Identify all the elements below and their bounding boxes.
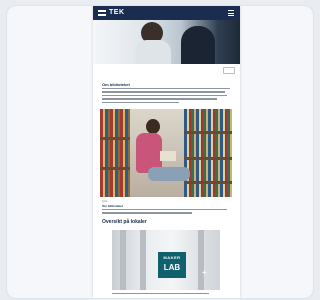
lab-caption bbox=[112, 293, 220, 296]
intro-paragraph bbox=[102, 88, 230, 105]
lab-sign-main-text: LAB bbox=[163, 263, 181, 272]
top-navigation-bar: TEK bbox=[93, 6, 240, 20]
hero-image bbox=[93, 20, 240, 64]
lab-sign-top-text: MAKER bbox=[163, 255, 181, 260]
feature-title: Om biblioteket bbox=[102, 204, 123, 208]
photo-credit: Foto bbox=[102, 200, 108, 203]
maker-lab-photo: MAKER LAB + bbox=[112, 230, 220, 290]
logo-text: TEK bbox=[109, 9, 125, 16]
screenshot-card: TEK Om biblioteket Foto Om biblioteket O… bbox=[6, 5, 314, 299]
share-button[interactable] bbox=[223, 67, 235, 74]
hamburger-menu-icon[interactable] bbox=[228, 10, 234, 16]
intro-heading: Om biblioteket bbox=[102, 82, 130, 87]
plus-icon: + bbox=[202, 268, 207, 277]
feature-paragraph bbox=[102, 209, 230, 216]
logo-mark-icon bbox=[98, 10, 106, 16]
section-heading: Oversikt på lokaler bbox=[102, 219, 147, 225]
library-reading-photo bbox=[100, 109, 232, 197]
mobile-page: TEK Om biblioteket Foto Om biblioteket O… bbox=[93, 6, 240, 298]
maker-lab-sign: MAKER LAB bbox=[158, 252, 186, 278]
site-logo[interactable]: TEK bbox=[98, 8, 125, 18]
